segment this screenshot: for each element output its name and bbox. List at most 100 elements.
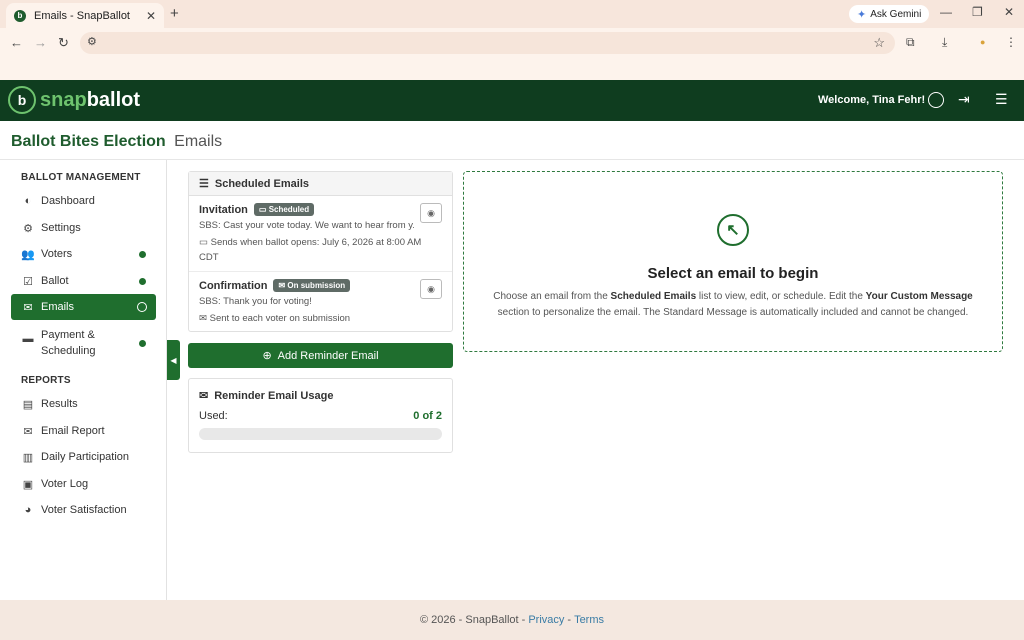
- email-subject: SBS: Thank you for voting!: [199, 296, 312, 307]
- snapballot-logo[interactable]: b snap ballot: [8, 86, 140, 114]
- desc-part: list to view, edit, or schedule. Edit th…: [696, 291, 866, 302]
- sidebar-item-settings[interactable]: ⚙ Settings: [11, 215, 156, 241]
- tab-close-icon[interactable]: ✕: [146, 9, 156, 23]
- forward-button[interactable]: →: [34, 35, 47, 50]
- calendar-icon: ▭: [258, 205, 267, 214]
- desc-bold: Scheduled Emails: [610, 291, 697, 302]
- usage-row: Used: 0 of 2: [199, 410, 442, 422]
- gear-icon: ⚙: [23, 222, 33, 235]
- sidebar-collapse-button[interactable]: ◀: [167, 340, 180, 380]
- list-icon: ☰: [199, 178, 209, 190]
- footer: © 2026 - SnapBallot - Privacy - Terms: [0, 600, 1024, 640]
- sidebar-item-voter-satisfaction[interactable]: ◕ Voter Satisfaction: [11, 497, 156, 523]
- status-badge: ✉ On submission: [273, 279, 351, 292]
- hamburger-menu-icon[interactable]: ☰: [995, 91, 1008, 108]
- new-tab-button[interactable]: +: [170, 5, 179, 22]
- status-dot: [139, 277, 146, 285]
- payment-label-line1: Payment &: [41, 329, 95, 341]
- plus-circle-icon: ⊕: [262, 350, 272, 362]
- restore-button[interactable]: ❐: [972, 5, 983, 19]
- sidebar-item-voters[interactable]: 👥 Voters: [11, 241, 156, 267]
- envelope-icon: ✉: [199, 313, 207, 324]
- eye-icon: ◉: [427, 207, 435, 218]
- pie-chart-icon: ◕: [24, 504, 32, 516]
- sidebar-item-label: Email Report: [41, 425, 105, 437]
- badge-label: Scheduled: [268, 205, 310, 214]
- desc-bold: Your Custom Message: [865, 291, 973, 302]
- browser-menu-icon[interactable]: ⋮: [1005, 35, 1017, 49]
- scheduled-emails-panel: ☰ Scheduled Emails Invitation ▭ Schedule…: [188, 171, 453, 332]
- ask-gemini-button[interactable]: ✦ Ask Gemini: [849, 5, 930, 23]
- election-name: Ballot Bites Election: [11, 133, 166, 150]
- dashboard-icon: ◐: [24, 195, 32, 207]
- send-info-text: Sent to each voter on submission: [209, 313, 351, 324]
- chevron-left-icon: ◀: [170, 355, 177, 365]
- placeholder-title: Select an email to begin: [647, 265, 819, 282]
- sidebar-item-label: Ballot: [41, 275, 69, 287]
- logout-icon[interactable]: ⇥: [958, 91, 970, 108]
- sidebar-item-results[interactable]: ▤ Results: [11, 391, 156, 417]
- reload-button[interactable]: ↻: [58, 35, 69, 51]
- privacy-link[interactable]: Privacy: [528, 614, 564, 626]
- page-title: Ballot Bites Election Emails: [0, 121, 1024, 160]
- scheduled-emails-title: Scheduled Emails: [214, 177, 310, 190]
- sidebar-item-dashboard[interactable]: ◐ Dashboard: [11, 188, 156, 214]
- profile-icon[interactable]: ●: [980, 37, 985, 47]
- eye-icon: ◉: [427, 283, 435, 294]
- email-detail-placeholder: ↖ Select an email to begin Choose an ema…: [463, 171, 1003, 352]
- badge-label: On submission: [287, 281, 346, 290]
- copyright-text: © 2026 - SnapBallot -: [419, 614, 526, 626]
- email-subject: SBS: Cast your vote today. We want to he…: [199, 220, 414, 231]
- add-reminder-label: Add Reminder Email: [277, 349, 379, 362]
- sidebar-item-daily-participation[interactable]: ▥ Daily Participation: [11, 444, 156, 470]
- download-icon[interactable]: ⤓: [942, 35, 947, 50]
- sidebar-item-voter-log[interactable]: ▣ Voter Log: [11, 471, 156, 497]
- sidebar-item-payment-scheduling[interactable]: ▬ Payment & Scheduling: [11, 327, 156, 361]
- email-item-confirmation[interactable]: Confirmation ✉ On submission SBS: Thank …: [189, 271, 452, 332]
- sidebar-item-emails[interactable]: ✉ Emails: [11, 294, 156, 320]
- used-value: 0 of 2: [413, 410, 442, 422]
- envelope-icon: ✉: [23, 301, 33, 314]
- status-dot: [139, 340, 146, 347]
- arrow-up-left-icon: ↖: [717, 214, 749, 246]
- reminder-usage-panel: ✉ Reminder Email Usage Used: 0 of 2: [188, 378, 453, 453]
- sidebar-item-email-report[interactable]: ✉ Email Report: [11, 418, 156, 444]
- footer-separator: -: [567, 614, 572, 626]
- bookmark-star-icon[interactable]: ☆: [873, 35, 885, 51]
- desc-part: section to personalize the email. The St…: [497, 307, 969, 318]
- sidebar-item-label: Emails: [41, 301, 75, 313]
- status-badge: ▭ Scheduled: [253, 203, 315, 216]
- preview-eye-button[interactable]: ◉: [420, 203, 442, 223]
- sidebar-item-label: Results: [41, 398, 78, 410]
- window-close-button[interactable]: ✕: [1004, 5, 1014, 19]
- address-bar[interactable]: ⚙ ☆: [80, 32, 895, 54]
- scheduled-emails-header: ☰ Scheduled Emails: [189, 172, 452, 196]
- extensions-icon[interactable]: ⧉: [906, 35, 915, 50]
- calendar-icon: ▭: [199, 237, 208, 248]
- minimize-button[interactable]: —: [940, 5, 952, 19]
- browser-toolbar: ← → ↻ ⚙ ☆ ⧉ ⤓ ● ⋮: [0, 28, 1024, 58]
- back-button[interactable]: ←: [10, 35, 23, 50]
- sidebar: BALLOT MANAGEMENT ◐ Dashboard ⚙ Settings…: [0, 160, 167, 600]
- sidebar-item-ballot[interactable]: ☑ Ballot: [11, 268, 156, 294]
- credit-card-icon: ▬: [22, 333, 34, 345]
- status-dot: [139, 250, 146, 258]
- sidebar-item-label: Payment & Scheduling: [41, 327, 95, 359]
- sidebar-item-label: Dashboard: [41, 195, 95, 207]
- browser-tab[interactable]: b Emails - SnapBallot ✕: [6, 3, 164, 28]
- user-account-icon[interactable]: [928, 92, 944, 108]
- reports-heading: REPORTS: [21, 375, 71, 386]
- sidebar-item-label: Voter Satisfaction: [41, 504, 127, 516]
- log-icon: ▣: [22, 478, 34, 491]
- terms-link[interactable]: Terms: [574, 614, 604, 626]
- preview-eye-button[interactable]: ◉: [420, 279, 442, 299]
- send-info-text: Sends when ballot opens: July 6, 2026 at…: [199, 237, 422, 263]
- email-item-invitation[interactable]: Invitation ▭ Scheduled SBS: Cast your vo…: [189, 196, 452, 271]
- section-name: Emails: [174, 133, 223, 150]
- email-send-info: ✉ Sent to each voter on submission: [199, 311, 442, 326]
- email-report-icon: ✉: [23, 425, 33, 438]
- site-info-icon[interactable]: ⚙: [87, 35, 97, 48]
- used-label: Used:: [199, 410, 228, 422]
- add-reminder-email-button[interactable]: ⊕ Add Reminder Email: [188, 343, 453, 368]
- logo-badge-icon: b: [8, 86, 36, 114]
